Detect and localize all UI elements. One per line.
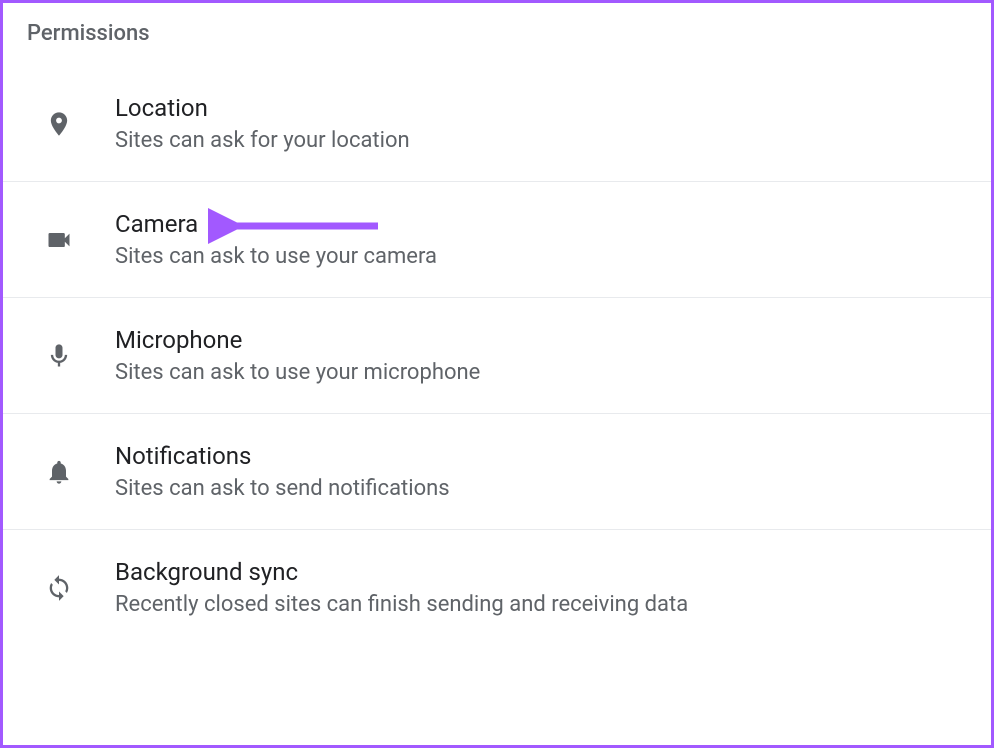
permission-item-microphone[interactable]: Microphone Sites can ask to use your mic… xyxy=(3,298,991,414)
permission-item-camera[interactable]: Camera Sites can ask to use your camera xyxy=(3,182,991,298)
permission-title: Microphone xyxy=(115,326,480,354)
permission-description: Sites can ask for your location xyxy=(115,128,410,153)
permission-description: Sites can ask to use your microphone xyxy=(115,360,480,385)
camera-icon xyxy=(45,226,115,254)
permissions-panel: Permissions Location Sites can ask for y… xyxy=(0,0,994,748)
permission-text: Camera Sites can ask to use your camera xyxy=(115,210,437,269)
location-icon xyxy=(45,110,115,138)
permission-item-background-sync[interactable]: Background sync Recently closed sites ca… xyxy=(3,530,991,645)
permission-title: Camera xyxy=(115,210,437,238)
permission-title: Location xyxy=(115,94,410,122)
permission-title: Background sync xyxy=(115,558,688,586)
permission-description: Sites can ask to use your camera xyxy=(115,244,437,269)
permission-description: Sites can ask to send notifications xyxy=(115,476,450,501)
microphone-icon xyxy=(45,342,115,370)
permission-description: Recently closed sites can finish sending… xyxy=(115,592,688,617)
permission-text: Location Sites can ask for your location xyxy=(115,94,410,153)
permission-item-location[interactable]: Location Sites can ask for your location xyxy=(3,54,991,182)
notifications-icon xyxy=(45,458,115,486)
permission-item-notifications[interactable]: Notifications Sites can ask to send noti… xyxy=(3,414,991,530)
permission-text: Microphone Sites can ask to use your mic… xyxy=(115,326,480,385)
permission-text: Background sync Recently closed sites ca… xyxy=(115,558,688,617)
sync-icon xyxy=(45,574,115,602)
permission-list: Location Sites can ask for your location… xyxy=(3,54,991,645)
permission-text: Notifications Sites can ask to send noti… xyxy=(115,442,450,501)
permission-title: Notifications xyxy=(115,442,450,470)
section-title: Permissions xyxy=(3,3,991,54)
